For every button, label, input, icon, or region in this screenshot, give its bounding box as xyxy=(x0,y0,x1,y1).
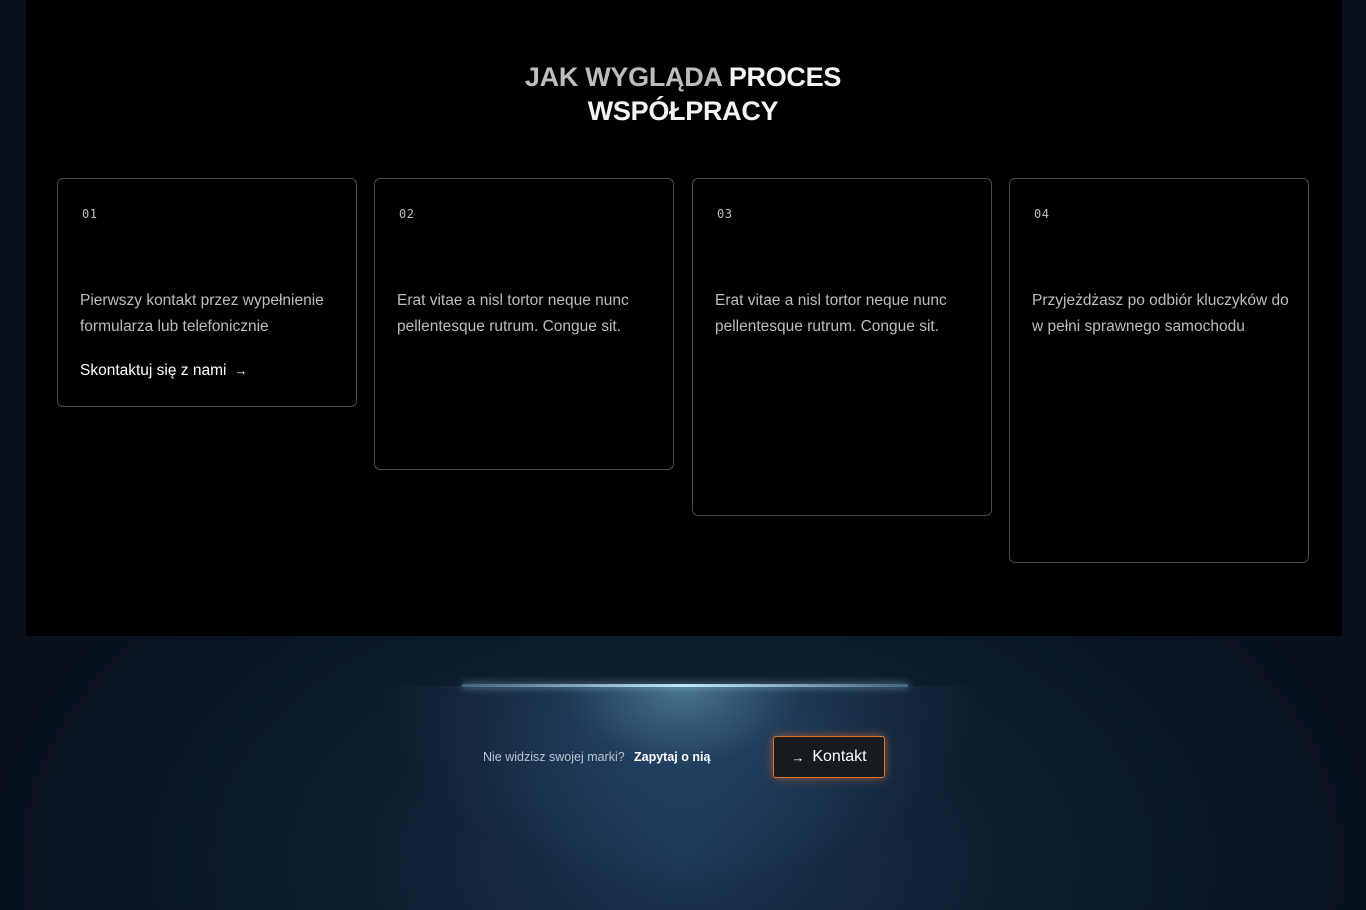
step-card-04: 04 Przyjeżdżasz po odbiór kluczyków do w… xyxy=(1009,178,1309,563)
step-card-02: 02 Erat vitae a nisl tortor neque nunc p… xyxy=(374,178,674,470)
step-description: Przyjeżdżasz po odbiór kluczyków do w pe… xyxy=(1032,292,1289,335)
arrow-right-icon: → xyxy=(234,363,248,378)
section-title: JAK WYGLĄDA PROCES WSPÓŁPRACY xyxy=(0,60,1366,128)
step-number: 04 xyxy=(1034,207,1050,221)
brand-cta: Nie widzisz swojej marki? Zapytaj o nią … xyxy=(0,736,1366,780)
contact-us-link[interactable]: Skontaktuj się z nami → xyxy=(80,362,247,380)
page: JAK WYGLĄDA PROCES WSPÓŁPRACY 01 Pierwsz… xyxy=(0,0,1366,910)
step-card-03: 03 Erat vitae a nisl tortor neque nunc p… xyxy=(692,178,992,516)
title-part1: JAK WYGLĄDA xyxy=(524,62,722,92)
title-line2: WSPÓŁPRACY xyxy=(587,96,779,126)
step-description: Erat vitae a nisl tortor neque nunc pell… xyxy=(715,292,947,335)
step-number: 03 xyxy=(717,207,733,221)
light-beam xyxy=(0,686,1366,910)
contact-button-label: Kontakt xyxy=(812,748,867,765)
step-description: Pierwszy kontakt przez wypełnienie formu… xyxy=(80,292,324,335)
contact-us-label: Skontaktuj się z nami xyxy=(80,362,227,379)
step-number: 02 xyxy=(399,207,415,221)
brand-question: Nie widzisz swojej marki? xyxy=(483,750,625,764)
glow-bar xyxy=(462,684,908,687)
step-card-01: 01 Pierwszy kontakt przez wypełnienie fo… xyxy=(57,178,357,407)
arrow-right-icon: → xyxy=(791,749,805,765)
contact-button[interactable]: → Kontakt xyxy=(773,736,885,778)
title-part2: PROCES xyxy=(728,62,842,92)
step-number: 01 xyxy=(82,207,98,221)
step-description: Erat vitae a nisl tortor neque nunc pell… xyxy=(397,292,629,335)
ask-about-brand-link[interactable]: Zapytaj o nią xyxy=(634,750,710,764)
